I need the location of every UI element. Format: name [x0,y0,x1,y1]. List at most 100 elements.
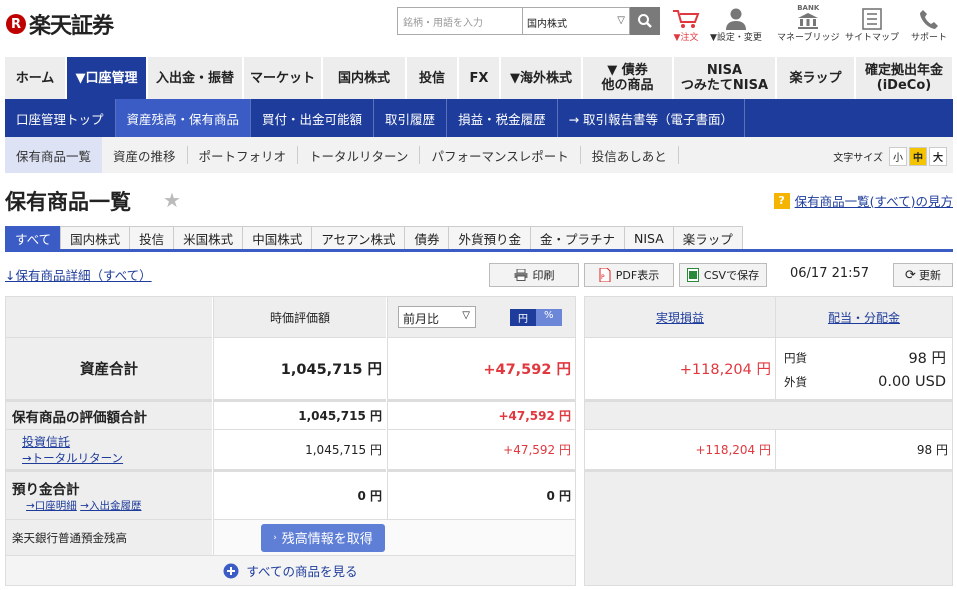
total-return-link[interactable]: →トータルリターン [22,450,123,466]
tab-6[interactable]: 債券 [404,226,450,249]
market-select[interactable]: 国内株式 ▽ [523,7,630,35]
settings-menu[interactable]: ▼設定・変更 [710,4,762,43]
nav-item-2[interactable]: 入出金・振替 [148,57,242,99]
bank-text: BANK [797,4,820,12]
order-menu[interactable]: ▼注文 [671,4,701,43]
nav-item-5[interactable]: 投信 [407,57,457,99]
unit-pct-button[interactable]: % [536,309,562,326]
detail-link[interactable]: ↓保有商品詳細（すべて） [5,265,152,284]
fund-row-label: 投資信託 →トータルリターン [6,429,212,469]
realized-link[interactable]: 実現損益 [656,309,704,326]
subnav-item-2[interactable]: 買付・出金可能額 [251,99,375,137]
asset-tabs: すべて 国内株式 投信 米国株式 中国株式 アセアン株式 債券 外貨預り金 金・プラチナ NISA… [5,226,953,252]
unit-toggle: 円 % [510,309,562,326]
fund-dividend: 98 円 [775,429,952,469]
print-button[interactable]: 印刷 [489,263,579,287]
support-menu[interactable]: サポート [911,4,947,43]
refresh-icon: ⟳ [905,267,916,283]
realized-table: 実現損益 配当・分配金 +118,204 円 円貨 98 円 外貨 0.00 USD… [584,296,953,586]
nav-item-4[interactable]: 国内株式 [323,57,405,99]
search-button[interactable] [630,7,660,35]
main-nav: ホーム ▼口座管理 入出金・振替 マーケット 国内株式 投信 FX ▼海外株式 ▼ 債券 他の商… [5,57,953,99]
pdf-button[interactable]: P PDF表示 [584,263,674,287]
unit-yen-button[interactable]: 円 [510,309,536,326]
see-all-button[interactable]: すべての商品を見る [6,555,575,585]
tab-3[interactable]: 米国株式 [173,226,244,249]
search-icon [638,14,652,28]
localnav-item-1[interactable]: 資産の推移 [102,146,188,164]
pdf-label: PDF表示 [615,269,660,282]
subnav-item-0[interactable]: 口座管理トップ [5,99,116,137]
svg-text:P: P [601,274,605,281]
nav-item-11[interactable]: 確定拠出年金 (iDeCo) [856,57,952,99]
nav-item-8[interactable]: ▼ 債券 他の商品 [583,57,672,99]
user-icon [725,8,746,30]
font-size-label: 文字サイズ [833,153,883,164]
print-label: 印刷 [532,269,555,282]
fund-realized: +118,204 円 [585,429,775,469]
plus-circle-icon [223,563,239,578]
deposit-change: 0 円 [387,469,575,519]
font-size-medium[interactable]: 中 [909,147,927,166]
nav-item-6[interactable]: FX [459,57,499,99]
compare-select[interactable]: 前月比 ▽ [398,306,476,328]
tab-9[interactable]: NISA [624,226,674,249]
localnav-item-0[interactable]: 保有商品一覧 [5,137,103,173]
sub-nav: 口座管理トップ 資産残高・保有商品 買付・出金可能額 取引履歴 損益・税金履歴 → 取引報… [5,99,953,137]
compare-header: 前月比 ▽ 円 % [387,297,575,337]
subnav-item-1[interactable]: 資産残高・保有商品 [115,99,252,137]
eval-change: +47,592 円 [387,399,575,429]
fund-link[interactable]: 投資信託 [22,433,70,450]
market-select-value: 国内株式 [527,19,567,30]
star-icon[interactable]: ★ [163,188,181,212]
chevron-down-icon: ▽ [617,15,625,26]
summary-table: 時価評価額 前月比 ▽ 円 % 資産合計 1,045,715 円 +47,592 … [5,296,576,586]
search-input[interactable]: 銘柄・用語を入力 [397,7,523,35]
help-link[interactable]: ? 保有商品一覧(すべて)の見方 [773,191,953,210]
money-bridge-menu[interactable]: BANK マネーブリッジ [777,4,839,43]
tab-2[interactable]: 投信 [129,226,175,249]
tab-4[interactable]: 中国株式 [242,226,313,249]
tab-7[interactable]: 外貨預り金 [448,226,531,249]
nav-item-3[interactable]: マーケット [244,57,321,99]
logo[interactable]: R 楽天証券 [6,8,114,40]
tab-5[interactable]: アセアン株式 [311,226,406,249]
tab-8[interactable]: 金・プラチナ [530,226,626,249]
refresh-label: 更新 [918,269,941,282]
bank-icon [798,13,819,29]
page-title: 保有商品一覧 [5,190,131,214]
tab-10[interactable]: 楽ラップ [672,226,743,249]
nav-item-0[interactable]: ホーム [5,57,65,99]
deposit-history-link[interactable]: →入出金履歴 [80,500,141,512]
nav-item-1[interactable]: ▼口座管理 [67,57,146,99]
localnav-item-3[interactable]: トータルリターン [298,146,421,164]
nav-item-9[interactable]: NISA つみたてNISA [674,57,775,99]
subnav-item-3[interactable]: 取引履歴 [374,99,448,137]
deposit-label: 預り金合計 [12,482,80,498]
total-change: +47,592 円 [387,337,575,399]
localnav-item-4[interactable]: パフォーマンスレポート [420,146,581,164]
deposit-row-label: 預り金合計 →口座明細 →入出金履歴 [6,469,212,519]
total-label: 資産合計 [6,337,212,399]
order-label: ▼注文 [673,33,699,43]
sitemap-menu[interactable]: サイトマップ [845,4,899,43]
subnav-item-4[interactable]: 損益・税金履歴 [447,99,558,137]
get-balance-button[interactable]: › 残高情報を取得 [261,523,385,552]
timestamp: 06/17 21:57 [790,266,870,281]
subnav-item-5[interactable]: → 取引報告書等（電子書面） [558,99,746,137]
dividend-link[interactable]: 配当・分配金 [828,309,900,326]
phone-icon [920,10,938,29]
tab-1[interactable]: 国内株式 [60,226,131,249]
tab-0[interactable]: すべて [5,226,62,249]
font-size-large[interactable]: 大 [929,147,947,166]
nav-item-10[interactable]: 楽ラップ [777,57,854,99]
localnav-item-5[interactable]: 投信あしあと [581,146,679,164]
refresh-button[interactable]: ⟳ 更新 [893,263,953,287]
nav-item-7[interactable]: ▼海外株式 [501,57,581,99]
csv-button[interactable]: CSVで保存 [679,263,767,287]
account-detail-link[interactable]: →口座明細 [26,500,77,512]
localnav-item-2[interactable]: ポートフォリオ [188,146,299,164]
eval-label: 保有商品の評価額合計 [6,399,212,429]
settings-label: ▼設定・変更 [710,33,762,43]
font-size-small[interactable]: 小 [889,147,907,166]
